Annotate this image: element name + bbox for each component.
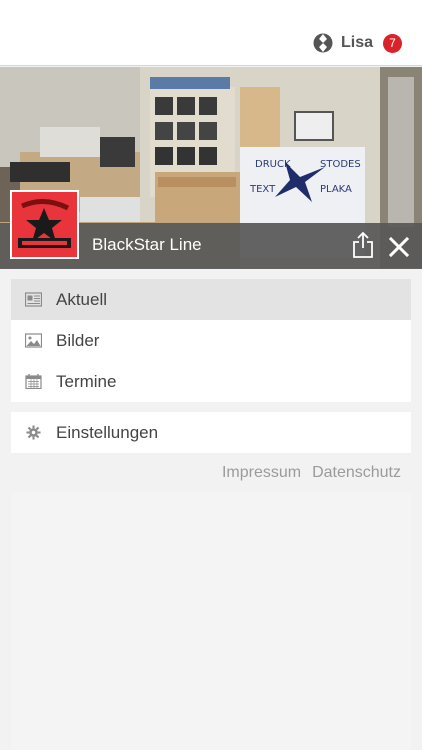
close-icon bbox=[388, 236, 410, 258]
news-icon bbox=[25, 292, 42, 307]
gear-icon bbox=[26, 425, 41, 440]
svg-text:TEXT: TEXT bbox=[249, 184, 276, 195]
datenschutz-link[interactable]: Datenschutz bbox=[312, 464, 401, 482]
svg-text:DRUCK: DRUCK bbox=[255, 159, 291, 170]
page-title: BlackStar Line bbox=[92, 235, 202, 254]
secondary-menu: Einstellungen bbox=[11, 412, 411, 453]
calendar-icon bbox=[25, 374, 42, 389]
menu-item-termine[interactable]: Termine bbox=[11, 361, 411, 402]
menu-label-aktuell: Aktuell bbox=[56, 289, 108, 309]
menu-label-bilder: Bilder bbox=[56, 330, 100, 350]
impressum-link[interactable]: Impressum bbox=[222, 464, 301, 482]
svg-text:STODES: STODES bbox=[320, 159, 361, 170]
user-avatar-icon bbox=[313, 33, 333, 53]
notification-badge: 7 bbox=[383, 33, 402, 53]
content-area bbox=[11, 492, 411, 750]
brand-logo bbox=[10, 190, 79, 259]
menu-label-einstellungen: Einstellungen bbox=[56, 422, 159, 442]
close-button[interactable] bbox=[386, 234, 412, 260]
user-name: Lisa bbox=[340, 34, 373, 51]
share-icon bbox=[353, 231, 373, 258]
blackstar-logo-icon bbox=[12, 192, 77, 257]
menu-item-einstellungen[interactable]: Einstellungen bbox=[11, 412, 411, 453]
footer-links: Impressum Datenschutz bbox=[222, 464, 401, 482]
share-button[interactable] bbox=[350, 231, 376, 259]
menu-item-bilder[interactable]: Bilder bbox=[11, 320, 411, 361]
menu-item-aktuell[interactable]: Aktuell bbox=[11, 279, 411, 320]
primary-menu: Aktuell Bilder Termine bbox=[11, 279, 411, 402]
svg-text:PLAKA: PLAKA bbox=[320, 184, 352, 195]
image-icon bbox=[25, 333, 42, 348]
menu-label-termine: Termine bbox=[56, 371, 117, 391]
user-menu[interactable]: Lisa 7 bbox=[313, 33, 402, 53]
top-bar: Lisa 7 bbox=[0, 0, 422, 66]
